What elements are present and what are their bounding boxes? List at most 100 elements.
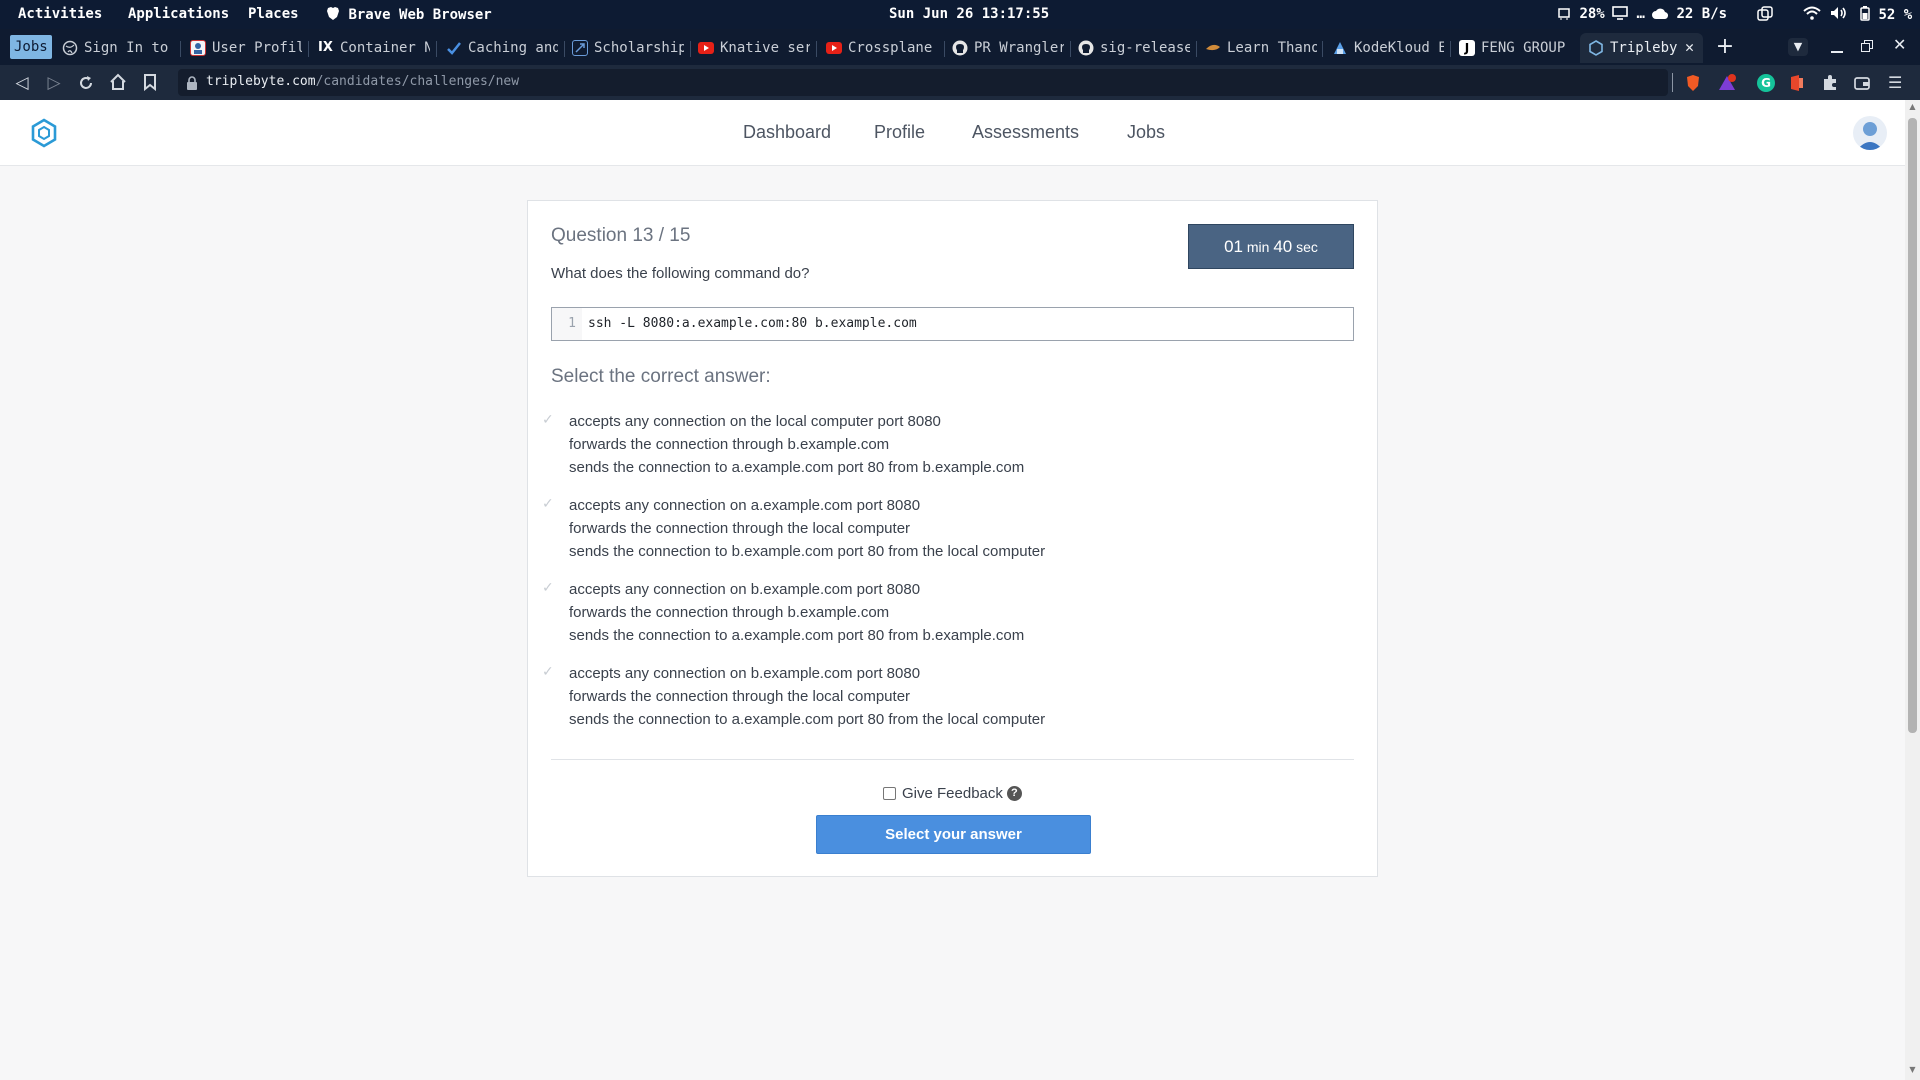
ix-icon: IX	[318, 40, 333, 55]
code-line-number: 1	[552, 308, 582, 340]
hamburger-menu-icon[interactable]: ☰	[1888, 74, 1906, 92]
select-answer-heading: Select the correct answer:	[551, 366, 771, 387]
thanos-icon	[1205, 40, 1221, 56]
grammarly-icon[interactable]: G	[1757, 74, 1775, 92]
timer-minutes: 01	[1224, 237, 1243, 256]
scrollbar-thumb[interactable]	[1908, 118, 1917, 733]
scroll-up-icon[interactable]: ▲	[1908, 103, 1917, 111]
tab-container[interactable]: IX Container N	[318, 35, 430, 61]
workspace-tab-jobs[interactable]: Jobs	[10, 35, 52, 59]
cpu-icon	[1558, 8, 1570, 20]
tab-crossplane[interactable]: Crossplane	[826, 35, 938, 61]
office-extension-icon[interactable]	[1789, 74, 1807, 92]
tab-user-profile[interactable]: User Profil	[190, 35, 302, 61]
answer-line: accepts any connection on b.example.com …	[569, 581, 921, 598]
new-tab-plus-icon[interactable]: +	[1715, 35, 1735, 59]
answer-option-3[interactable]: ✓ accepts any connection on b.example.co…	[542, 578, 1342, 648]
tab-learn-thanos[interactable]: Learn Thano	[1205, 35, 1317, 61]
tab-kodekloud[interactable]: KodeKloud E	[1332, 35, 1444, 61]
answer-line: accepts any connection on the local comp…	[569, 413, 941, 430]
feedback-checkbox[interactable]	[883, 787, 896, 800]
give-feedback[interactable]: Give Feedback ?	[883, 785, 1022, 802]
question-prompt: What does the following command do?	[551, 265, 810, 282]
nav-jobs[interactable]: Jobs	[1127, 122, 1165, 143]
app-menu[interactable]: Brave Web Browser	[326, 6, 492, 23]
help-icon[interactable]: ?	[1006, 786, 1022, 801]
battery-value: 52 %	[1878, 7, 1913, 23]
tab-sig-release[interactable]: sig-release	[1078, 35, 1190, 61]
address-bar[interactable]: triplebyte.com/candidates/challenges/new	[178, 69, 1668, 96]
feedback-label[interactable]: Give Feedback	[902, 785, 1003, 802]
check-mark-icon: ✓	[542, 580, 554, 596]
nav-dashboard[interactable]: Dashboard	[743, 122, 831, 143]
battery-indicator[interactable]: 52 %	[1860, 6, 1912, 23]
browser-toolbar: ◁ ▷ triplebyte.com/candidates/challenges…	[0, 65, 1920, 100]
app-name: Brave Web Browser	[348, 7, 492, 23]
restore-icon[interactable]	[1861, 40, 1873, 52]
brave-shields-icon[interactable]	[1684, 74, 1702, 92]
applications-menu[interactable]: Applications	[128, 6, 229, 22]
wifi-icon[interactable]	[1803, 6, 1821, 22]
wallet-icon[interactable]	[1853, 74, 1871, 92]
tab-separator	[1450, 41, 1451, 57]
battery-icon	[1860, 6, 1870, 21]
triplebyte-logo-icon[interactable]	[30, 118, 58, 148]
minimize-icon[interactable]	[1830, 37, 1844, 55]
select-answer-button[interactable]: Select your answer	[816, 815, 1091, 854]
browser-tab-strip: Jobs Sign In to User Profil IX Container…	[0, 29, 1920, 65]
tab-scholarship[interactable]: Scholarship	[572, 35, 684, 61]
window-overview-icon[interactable]	[1757, 6, 1773, 24]
answer-line: forwards the connection through b.exampl…	[569, 436, 890, 453]
tab-list-chevron-icon[interactable]: ▼	[1788, 38, 1808, 56]
answer-option-4[interactable]: ✓ accepts any connection on b.example.co…	[542, 662, 1342, 732]
answer-line: sends the connection to a.example.com po…	[569, 711, 1046, 728]
scroll-down-icon[interactable]: ▼	[1908, 1066, 1917, 1074]
home-icon[interactable]	[108, 73, 128, 93]
avatar[interactable]	[1853, 116, 1887, 150]
profile-icon	[190, 40, 206, 56]
tab-label: Sign In to	[84, 40, 169, 56]
nav-assessments[interactable]: Assessments	[972, 122, 1079, 143]
cpu-indicator[interactable]: 28%	[1557, 6, 1605, 22]
answer-option-1[interactable]: ✓ accepts any connection on the local co…	[542, 410, 1342, 480]
answer-option-2[interactable]: ✓ accepts any connection on a.example.co…	[542, 494, 1342, 564]
tab-caching[interactable]: Caching and	[446, 35, 558, 61]
clock[interactable]: Sun Jun 26 13:17:55	[889, 6, 1049, 22]
url-domain: triplebyte.com	[206, 74, 316, 89]
bookmark-icon[interactable]	[140, 73, 160, 93]
system-monitor-indicator[interactable]: …	[1612, 6, 1645, 22]
url-path: /candidates/challenges/new	[315, 74, 520, 89]
tab-separator	[180, 41, 181, 57]
triplebyte-icon	[1588, 40, 1604, 56]
answer-line: sends the connection to a.example.com po…	[569, 627, 1025, 644]
page-scrollbar[interactable]: ▲ ▼	[1905, 100, 1920, 1080]
tab-feng-group[interactable]: J FENG GROUP	[1459, 35, 1571, 61]
brave-rewards-icon[interactable]	[1717, 74, 1736, 92]
tab-label: Tripleby	[1610, 40, 1678, 56]
cloud-upload-icon	[1652, 8, 1668, 20]
tab-close-icon[interactable]: ✕	[1685, 38, 1694, 56]
tab-separator	[690, 41, 691, 57]
page-viewport: Dashboard Profile Assessments Jobs Quest…	[0, 100, 1905, 1080]
back-icon[interactable]: ◁	[12, 73, 32, 93]
forward-icon[interactable]: ▷	[44, 73, 64, 93]
tab-triplebyte-active[interactable]: Tripleby ✕	[1580, 33, 1703, 63]
tab-label: Caching and	[468, 40, 558, 56]
answer-text: accepts any connection on a.example.com …	[569, 494, 1045, 563]
tab-pr-wrangler[interactable]: PR Wrangler	[952, 35, 1064, 61]
tab-label: Scholarship	[594, 40, 684, 56]
volume-icon[interactable]	[1830, 6, 1848, 22]
tab-sign-in[interactable]: Sign In to	[62, 35, 174, 61]
network-speed-indicator[interactable]: 22 B/s	[1652, 6, 1727, 22]
reload-icon[interactable]	[76, 73, 96, 93]
answer-text: accepts any connection on b.example.com …	[569, 662, 1045, 731]
tab-knative[interactable]: Knative ser	[698, 35, 810, 61]
extensions-puzzle-icon[interactable]	[1821, 74, 1839, 92]
j-icon: J	[1459, 40, 1475, 56]
close-window-icon[interactable]: ✕	[1893, 35, 1906, 54]
places-menu[interactable]: Places	[248, 6, 299, 22]
activities-button[interactable]: Activities	[18, 6, 102, 22]
code-text: ssh -L 8080:a.example.com:80 b.example.c…	[588, 316, 917, 331]
nav-profile[interactable]: Profile	[874, 122, 925, 143]
answer-line: accepts any connection on b.example.com …	[569, 665, 921, 682]
